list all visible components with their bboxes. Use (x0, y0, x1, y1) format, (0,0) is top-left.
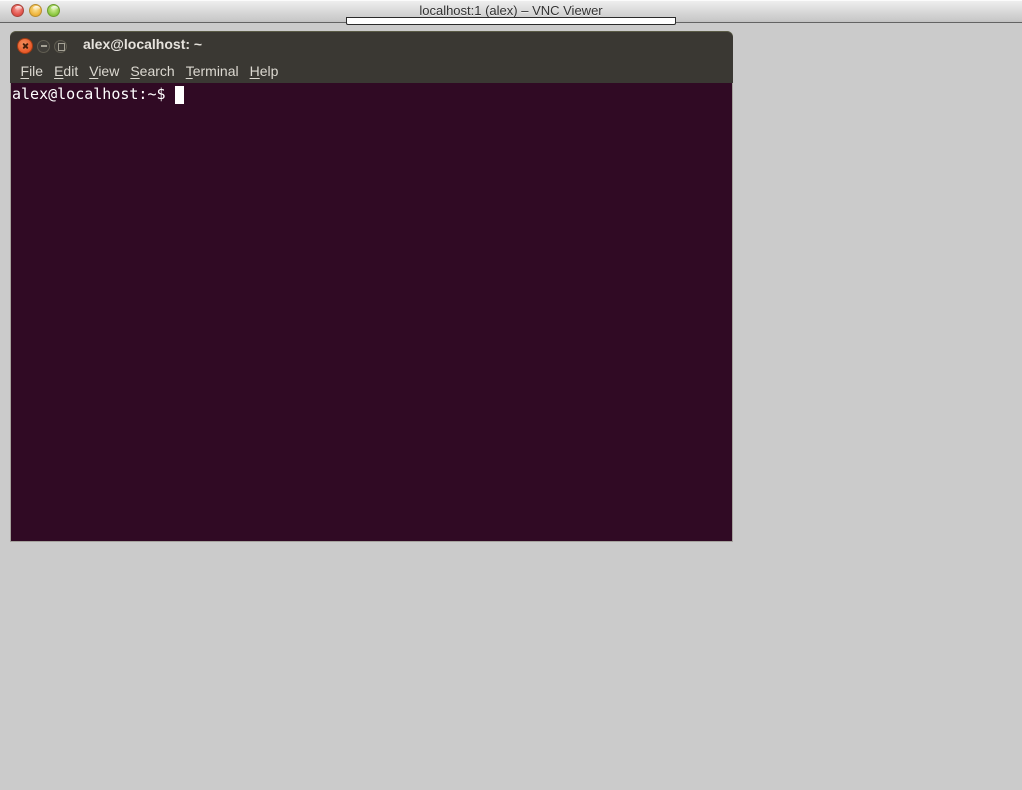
terminal-window-chrome: alex@localhost: ~ File Edit View Search … (10, 31, 733, 83)
menu-item-file[interactable]: File (15, 61, 49, 81)
menu-item-terminal[interactable]: Terminal (180, 61, 244, 81)
menu-item-edit-label: dit (63, 63, 78, 79)
menu-item-edit[interactable]: Edit (49, 61, 84, 81)
menu-item-view-mnemonic: V (89, 63, 98, 79)
terminal-window-controls (17, 38, 67, 54)
terminal-close-button[interactable] (17, 38, 33, 54)
menu-item-file-mnemonic: F (21, 63, 30, 79)
menu-item-search[interactable]: Search (125, 61, 180, 81)
terminal-window-title: alex@localhost: ~ (83, 31, 202, 58)
menu-item-search-label: earch (140, 63, 175, 79)
terminal-screen[interactable]: alex@localhost:~$ (10, 83, 733, 542)
remote-desktop[interactable]: alex@localhost: ~ File Edit View Search … (0, 24, 1022, 790)
menu-item-help-label: elp (260, 63, 279, 79)
menu-item-search-mnemonic: S (130, 63, 139, 79)
menu-item-help-mnemonic: H (250, 63, 260, 79)
terminal-window: alex@localhost: ~ File Edit View Search … (10, 31, 733, 542)
menu-item-terminal-mnemonic: T (186, 63, 193, 79)
terminal-minimize-button[interactable] (37, 40, 50, 53)
vnc-viewer-window: { "vnc_viewer": { "window_title": "local… (0, 0, 1022, 790)
terminal-maximize-button[interactable] (54, 40, 67, 53)
menu-item-view[interactable]: View (84, 61, 125, 81)
menu-item-view-label: iew (98, 63, 119, 79)
terminal-titlebar[interactable]: alex@localhost: ~ (10, 31, 733, 59)
terminal-cursor (175, 86, 184, 104)
menu-item-help[interactable]: Help (244, 61, 284, 81)
prompt-line: alex@localhost:~$ (11, 83, 732, 104)
menu-item-terminal-label: erminal (193, 63, 239, 79)
terminal-menubar: File Edit View Search Terminal Help (10, 59, 733, 83)
menu-item-file-label: ile (29, 63, 43, 79)
vnc-toolbar-tab[interactable] (346, 17, 676, 25)
shell-prompt: alex@localhost:~$ (12, 85, 166, 104)
